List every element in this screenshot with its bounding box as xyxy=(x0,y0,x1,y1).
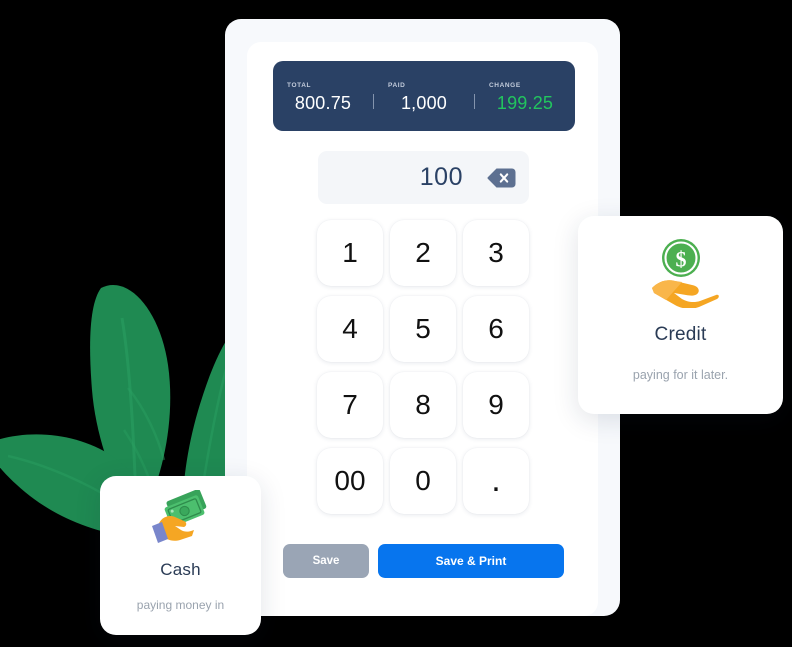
key-9[interactable]: 9 xyxy=(463,372,529,438)
payment-option-credit-subtitle: paying for it later. xyxy=(632,368,729,382)
svg-text:$: $ xyxy=(675,247,686,272)
hand-holding-cash-icon xyxy=(151,490,206,543)
summary-paid-value: 1,000 xyxy=(400,93,448,113)
key-4[interactable]: 4 xyxy=(317,296,383,362)
summary-change: CHANGE 199.25 xyxy=(475,78,575,114)
summary-paid: PAID 1,000 xyxy=(374,78,474,114)
key-2[interactable]: 2 xyxy=(390,220,456,286)
key-8[interactable]: 8 xyxy=(390,372,456,438)
key-0[interactable]: 0 xyxy=(390,448,456,514)
save-button[interactable]: Save xyxy=(283,544,369,578)
summary-change-value: 199.25 xyxy=(496,93,554,113)
amount-display[interactable]: 100 xyxy=(318,151,529,204)
key-7[interactable]: 7 xyxy=(317,372,383,438)
key-3[interactable]: 3 xyxy=(463,220,529,286)
summary-paid-label: PAID xyxy=(388,82,406,89)
save-and-print-button[interactable]: Save & Print xyxy=(378,544,564,578)
amount-display-value: 100 xyxy=(419,163,463,191)
payment-option-credit-title: Credit xyxy=(654,324,707,345)
screen: TOTAL 800.75 PAID 1,000 CHANGE 199.25 10… xyxy=(0,0,792,647)
summary-change-label: CHANGE xyxy=(489,82,521,89)
payment-option-cash[interactable]: Cash paying money in xyxy=(100,476,261,635)
numeric-keypad: 1 2 3 4 5 6 7 8 9 00 0 . xyxy=(317,220,529,514)
payment-option-cash-subtitle: paying money in xyxy=(136,598,225,612)
payment-option-cash-title: Cash xyxy=(160,560,201,579)
action-button-row: Save Save & Print xyxy=(283,544,564,578)
key-double-zero[interactable]: 00 xyxy=(317,448,383,514)
payment-option-credit[interactable]: $ Credit paying for it later. xyxy=(578,216,783,414)
summary-total-value: 800.75 xyxy=(294,93,352,113)
key-1[interactable]: 1 xyxy=(317,220,383,286)
backspace-icon[interactable] xyxy=(487,167,516,189)
key-decimal[interactable]: . xyxy=(463,448,529,514)
money-with-hand-icon: $ xyxy=(651,239,719,308)
summary-total-label: TOTAL xyxy=(287,82,312,89)
key-6[interactable]: 6 xyxy=(463,296,529,362)
summary-total: TOTAL 800.75 xyxy=(273,78,373,114)
transaction-summary-bar: TOTAL 800.75 PAID 1,000 CHANGE 199.25 xyxy=(273,61,575,131)
key-5[interactable]: 5 xyxy=(390,296,456,362)
